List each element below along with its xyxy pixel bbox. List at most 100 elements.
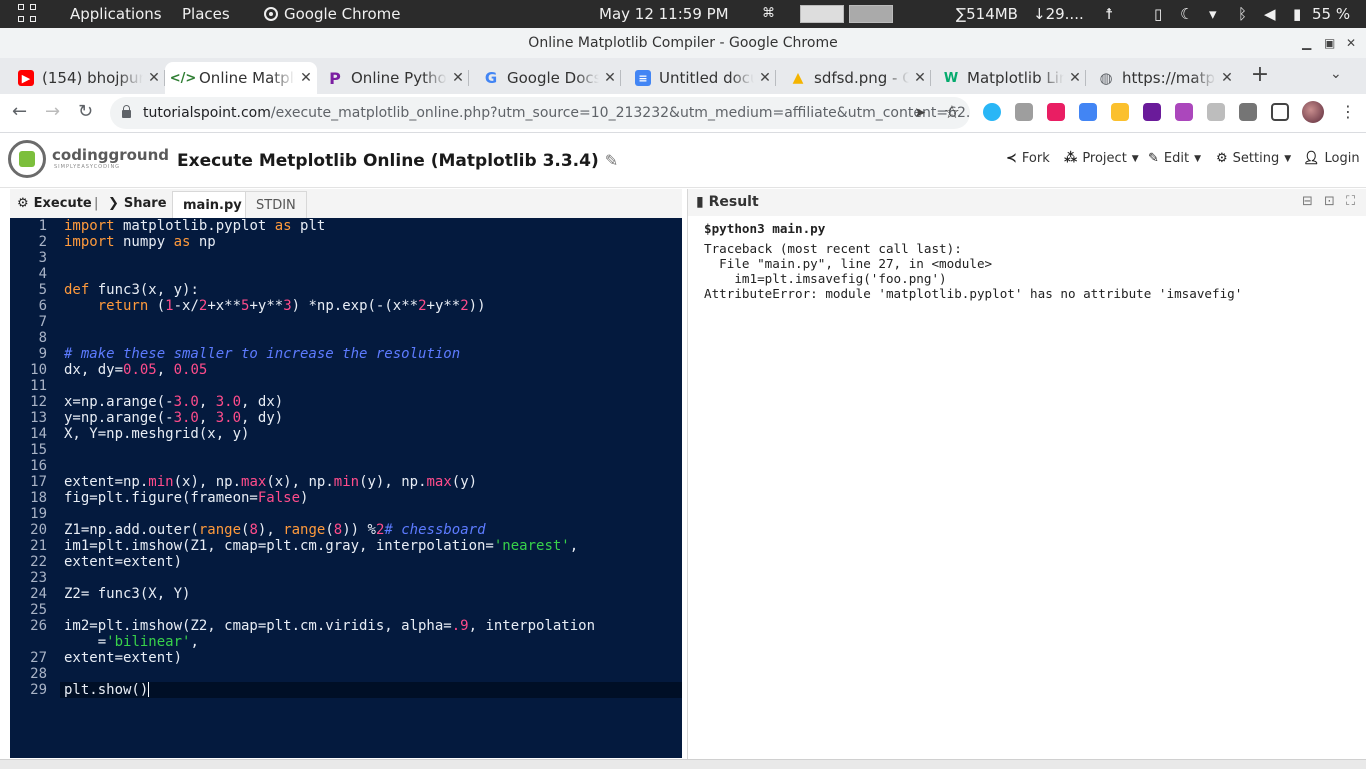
maximize-icon[interactable]: ▣ (1324, 28, 1335, 58)
battery-icon[interactable]: ▮ (1293, 0, 1301, 28)
code-line[interactable]: extent=extent) (64, 650, 182, 666)
tab-google-docs[interactable]: G Google Docs ✕ (469, 62, 621, 94)
side-panel-icon[interactable] (1271, 103, 1289, 121)
tab-untitled-document[interactable]: ≡ Untitled document ✕ (621, 62, 776, 94)
tab-matplotlib-compiler[interactable]: </> Online Matplotlib Compiler ✕ (165, 62, 317, 94)
close-tab-icon[interactable]: ✕ (909, 70, 931, 86)
setting-menu[interactable]: ⚙ Setting ▼ (1216, 151, 1291, 166)
code-line[interactable]: X, Y=np.meshgrid(x, y) (64, 426, 249, 442)
night-mode-icon[interactable]: ☾ (1180, 0, 1193, 28)
applications-menu[interactable]: Applications (70, 0, 162, 28)
extension-icon[interactable] (983, 103, 1001, 121)
accessibility-icon[interactable]: ☨ (1105, 0, 1113, 28)
edit-title-icon[interactable]: ✎ (605, 151, 618, 170)
close-tab-icon[interactable]: ✕ (447, 70, 469, 86)
extension-icon[interactable] (1047, 103, 1065, 121)
tab-stdin[interactable]: STDIN (245, 191, 307, 219)
close-tab-icon[interactable]: ✕ (295, 70, 317, 86)
code-line[interactable]: return (1-x/2+x**5+y**3) *np.exp(-(x**2+… (64, 298, 486, 314)
display-icon[interactable]: ▯ (1154, 0, 1162, 28)
close-tab-icon[interactable]: ✕ (1064, 70, 1086, 86)
google-icon: G (484, 69, 498, 87)
code-line[interactable]: Z2= func3(X, Y) (64, 586, 190, 602)
puzzle-icon[interactable] (1239, 103, 1257, 121)
edit-menu[interactable]: ✎ Edit ▼ (1148, 151, 1201, 166)
forward-button[interactable]: → (45, 101, 60, 122)
share-button[interactable]: ❯ Share (108, 189, 167, 218)
run-command: $python3 main.py (704, 221, 826, 236)
execute-label: Execute (33, 196, 92, 211)
project-menu[interactable]: ⁂ Project ▼ (1064, 151, 1139, 166)
codingground-logo[interactable]: codingground SIMPLYEASYCODING (8, 140, 169, 180)
tab-youtube[interactable]: ▶ (154) bhojpuri ✕ (0, 62, 165, 94)
code-line[interactable]: im2=plt.imshow(Z2, cmap=plt.cm.viridis, … (64, 618, 595, 634)
active-app-menu[interactable]: Google Chrome (264, 0, 401, 28)
keyboard-layout-indicator[interactable] (800, 5, 844, 23)
close-tab-icon[interactable]: ✕ (1216, 70, 1238, 86)
close-tab-icon[interactable]: ✕ (599, 70, 621, 86)
code-line[interactable]: import numpy as np (64, 234, 216, 250)
execute-button[interactable]: ⚙ Execute (17, 189, 92, 218)
fullscreen-icon[interactable]: ⛶ (1346, 194, 1355, 209)
code-line[interactable]: fig=plt.figure(frameon=False) (64, 490, 308, 506)
extension-icon[interactable] (1143, 103, 1161, 121)
screenshot-tool-icon[interactable]: ⌘ (762, 0, 775, 28)
app-grid-icon[interactable] (18, 4, 38, 24)
collapse-icon[interactable]: ⊟ (1302, 194, 1313, 209)
bluetooth-icon[interactable]: ᛒ (1238, 0, 1247, 28)
volume-icon[interactable]: ◀ (1264, 0, 1276, 28)
code-line[interactable]: extent=np.min(x), np.max(x), np.min(y), … (64, 474, 477, 490)
tab-online-python[interactable]: P Online Python ✕ (317, 62, 469, 94)
line-number: 4 (38, 266, 47, 282)
code-line[interactable]: Z1=np.add.outer(range(8), range(8)) %2# … (64, 522, 486, 538)
code-editor[interactable]: 1 2 3 4 5 6 7 8 9 10 11 12 13 14 15 16 17 18 19 20 21 22 23 24 2… (10, 218, 682, 758)
tab-matplotlib-line[interactable]: W Matplotlib Line ✕ (931, 62, 1086, 94)
clock[interactable]: May 12 11:59 PM (599, 0, 729, 28)
tab-google-drive[interactable]: ▲ sdfsd.png - Google Drive ✕ (776, 62, 931, 94)
back-button[interactable]: ← (12, 101, 27, 122)
tab-search-chevron-icon[interactable]: ⌄ (1330, 66, 1342, 82)
restore-icon[interactable]: ⊡ (1324, 194, 1335, 209)
close-tab-icon[interactable]: ✕ (754, 70, 776, 86)
site-header: codingground SIMPLYEASYCODING Execute Me… (0, 133, 1366, 188)
address-bar[interactable]: tutorialspoint.com/execute_matplotlib_on… (110, 97, 970, 129)
fork-button[interactable]: ≺ Fork (1006, 151, 1050, 166)
line-number: 29 (30, 682, 47, 698)
extension-icon[interactable] (1015, 103, 1033, 121)
workspace-indicator[interactable] (849, 5, 893, 23)
pen-icon[interactable] (1175, 103, 1193, 121)
drive-icon: ▲ (792, 70, 804, 86)
code-line[interactable]: # make these smaller to increase the res… (64, 346, 460, 362)
places-menu[interactable]: Places (182, 0, 230, 28)
tab-main-py[interactable]: main.py (172, 191, 253, 219)
bookmark-star-icon[interactable]: ☆ (944, 97, 960, 129)
camera-icon[interactable] (1207, 103, 1225, 121)
wifi-icon[interactable]: ▾ (1209, 0, 1217, 28)
tab-matplotlib-url[interactable]: ◍ https://matplotlib ✕ (1086, 62, 1238, 94)
close-tab-icon[interactable]: ✕ (143, 70, 165, 86)
avatar[interactable] (1302, 101, 1324, 123)
tab-title: Google Docs (507, 69, 599, 87)
code-line[interactable]: def func3(x, y): (64, 282, 199, 298)
code-line[interactable]: import matplotlib.pyplot as plt (64, 218, 325, 234)
code-line[interactable]: ='bilinear', (64, 634, 199, 650)
login-button[interactable]: 👤︎ Login (1303, 151, 1360, 166)
docs-icon: ≡ (635, 70, 651, 86)
code-line[interactable]: im1=plt.imshow(Z1, cmap=plt.cm.gray, int… (64, 538, 578, 554)
gear-icon: ⚙ (1216, 151, 1228, 166)
code-line[interactable]: plt.show() (64, 682, 150, 698)
code-line[interactable]: dx, dy=0.05, 0.05 (64, 362, 207, 378)
code-line[interactable]: x=np.arange(-3.0, 3.0, dx) (64, 394, 283, 410)
reload-button[interactable]: ↻ (78, 101, 93, 122)
new-tab-button[interactable]: + (1250, 62, 1270, 87)
pane-divider[interactable] (687, 189, 688, 759)
w3-icon: W (943, 70, 959, 86)
code-line[interactable]: y=np.arange(-3.0, 3.0, dy) (64, 410, 283, 426)
code-line[interactable]: extent=extent) (64, 554, 182, 570)
send-tab-icon[interactable]: ➤ (914, 97, 926, 129)
extension-icon[interactable] (1111, 103, 1129, 121)
menu-kebab-icon[interactable]: ⋮ (1340, 102, 1356, 121)
close-window-icon[interactable]: ✕ (1346, 28, 1356, 58)
translate-icon[interactable] (1079, 103, 1097, 121)
minimize-icon[interactable]: ▁ (1302, 28, 1311, 58)
